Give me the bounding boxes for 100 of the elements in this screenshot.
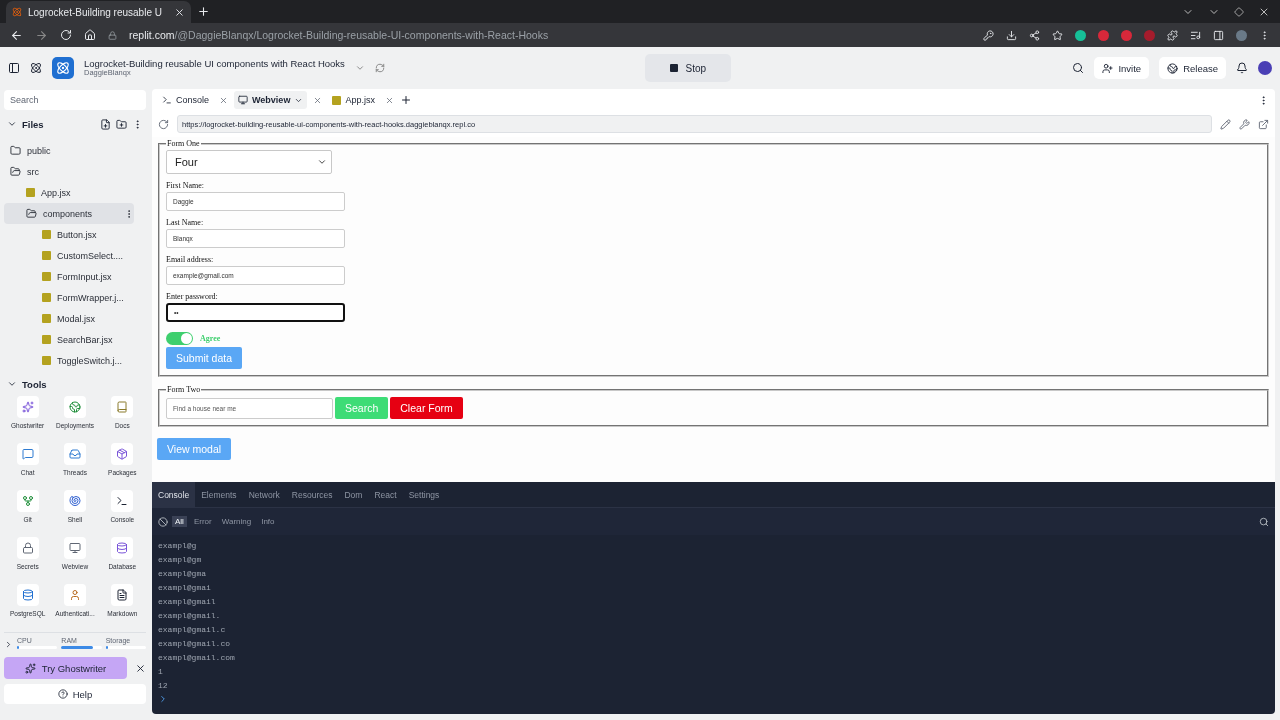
- chevron-down-icon[interactable]: [7, 379, 17, 389]
- close-icon[interactable]: [174, 6, 185, 18]
- log-filter[interactable]: Warning: [218, 516, 255, 527]
- file-tree-item[interactable]: src: [4, 161, 134, 182]
- js-file-icon: [332, 95, 342, 105]
- browser-tab[interactable]: Logrocket-Building reusable U: [6, 1, 191, 23]
- download-icon[interactable]: [1006, 29, 1017, 41]
- invite-button[interactable]: Invite: [1094, 57, 1150, 79]
- devtools-tab[interactable]: Dom: [338, 482, 369, 507]
- forward-icon[interactable]: [35, 28, 48, 42]
- reload-icon[interactable]: [158, 118, 169, 130]
- log-filter[interactable]: Error: [190, 516, 215, 527]
- console-log-line: exampl@g: [158, 539, 198, 552]
- files-heading: Files: [22, 118, 44, 130]
- replit-logo-icon[interactable]: [30, 62, 42, 74]
- folder-icon: [10, 166, 21, 177]
- file-tree-item[interactable]: Button.jsx: [4, 224, 134, 245]
- tool-icon[interactable]: [111, 443, 134, 465]
- new-tab-icon[interactable]: [197, 5, 210, 18]
- extension-icon[interactable]: [1121, 29, 1132, 41]
- extension-icon[interactable]: [1075, 29, 1086, 41]
- star-icon[interactable]: [1052, 29, 1063, 41]
- chevron-down-icon[interactable]: [7, 119, 17, 129]
- js-file-icon: [42, 251, 51, 260]
- toggle-switch[interactable]: [166, 332, 193, 345]
- share-icon[interactable]: [1029, 29, 1040, 41]
- js-file-icon: [26, 188, 35, 197]
- console-log-line: exampl@gmail.co: [158, 637, 231, 650]
- user-avatar[interactable]: [1258, 61, 1272, 75]
- tool-icon[interactable]: [16, 584, 39, 606]
- folder-icon: [26, 208, 37, 219]
- release-button[interactable]: Release: [1159, 57, 1226, 79]
- tool-icon[interactable]: [16, 396, 39, 418]
- new-file-icon[interactable]: [100, 118, 111, 130]
- file-tree-item[interactable]: FormWrapper.j...: [4, 287, 134, 308]
- address-url[interactable]: replit.com/@DaggieBlanqx/Logrocket-Building-reusable-UI-components-with-React-Hooks: [129, 29, 549, 41]
- file-tree-item[interactable]: components: [4, 203, 134, 224]
- search-field[interactable]: Search: [4, 90, 146, 110]
- puzzle-icon[interactable]: [1167, 29, 1178, 41]
- devtools-tab[interactable]: Elements: [195, 482, 243, 507]
- search-icon[interactable]: [1259, 516, 1269, 527]
- file-tree-item[interactable]: ToggleSwitch.j...: [4, 350, 134, 370]
- js-file-icon: [42, 314, 51, 323]
- profile-avatar[interactable]: [1236, 29, 1247, 41]
- tool-icon[interactable]: [16, 537, 39, 559]
- devtools-tab[interactable]: Resources: [285, 482, 339, 507]
- stop-button[interactable]: Stop: [644, 54, 731, 82]
- log-filter[interactable]: Info: [258, 516, 278, 527]
- log-filter[interactable]: All: [172, 516, 187, 527]
- tool-icon[interactable]: [16, 443, 39, 465]
- key-icon[interactable]: [983, 29, 994, 41]
- help-icon: [57, 689, 68, 699]
- search-icon[interactable]: [1072, 62, 1085, 74]
- try-ghostwriter-button[interactable]: Try Ghostwriter: [4, 657, 127, 679]
- diamond-icon[interactable]: [1234, 5, 1244, 18]
- repl-title[interactable]: Logrocket-Building reusable UI components with React Hooks: [84, 58, 345, 70]
- playlist-icon[interactable]: [1190, 29, 1201, 41]
- file-tree-item[interactable]: SearchBar.jsx: [4, 329, 134, 350]
- tool-icon[interactable]: [16, 490, 39, 512]
- tool-icon[interactable]: [111, 537, 134, 559]
- tool-icon[interactable]: [64, 490, 86, 512]
- home-icon[interactable]: [84, 29, 96, 41]
- pencil-icon[interactable]: [1220, 118, 1231, 130]
- add-user-icon: [1102, 62, 1114, 74]
- new-folder-icon[interactable]: [116, 118, 127, 130]
- file-tree-item[interactable]: CustomSelect....: [4, 245, 134, 266]
- file-tree-item[interactable]: App.jsx: [4, 182, 134, 203]
- devtools-tab[interactable]: React: [368, 482, 403, 507]
- clear-form-button[interactable]: Clear Form: [390, 397, 463, 419]
- refresh-icon[interactable]: [374, 63, 385, 73]
- devtools-tab[interactable]: Network: [242, 482, 286, 507]
- clear-console-icon[interactable]: [158, 516, 168, 527]
- file-tree-item[interactable]: public: [4, 140, 134, 161]
- help-button[interactable]: Help: [4, 684, 146, 704]
- select-dropdown[interactable]: Four: [166, 150, 332, 174]
- tool-icon[interactable]: [64, 396, 86, 418]
- side-panel-icon[interactable]: [1213, 29, 1224, 41]
- devtools-tab[interactable]: Console: [152, 482, 196, 507]
- tool-icon[interactable]: [64, 584, 86, 606]
- bell-icon[interactable]: [1236, 62, 1248, 74]
- editor-tab[interactable]: App.jsx: [328, 91, 379, 109]
- chevron-right-icon[interactable]: [4, 640, 13, 649]
- extension-icon[interactable]: [1098, 29, 1109, 41]
- tool-icon[interactable]: [111, 584, 134, 606]
- file-tree-item[interactable]: Modal.jsx: [4, 308, 134, 329]
- close-icon[interactable]: [135, 662, 146, 674]
- console-log-line: exampl@gm: [158, 553, 203, 566]
- tab-icon: [238, 95, 249, 105]
- file-tree-item[interactable]: FormInput.jsx: [4, 266, 134, 287]
- editor-tab[interactable]: Console: [158, 91, 214, 109]
- sidebar-toggle-icon[interactable]: [8, 62, 20, 74]
- external-link-icon[interactable]: [1258, 118, 1269, 130]
- back-icon[interactable]: [10, 28, 23, 42]
- tool-icon[interactable]: [111, 490, 134, 512]
- console-log-line: exampl@gma: [158, 567, 207, 580]
- devtools-tab[interactable]: Settings: [402, 482, 446, 507]
- editor-tab[interactable]: Webview: [234, 91, 308, 109]
- add-tab-icon[interactable]: [399, 94, 412, 106]
- wrench-icon[interactable]: [1239, 118, 1250, 130]
- tool-icon[interactable]: [64, 537, 86, 559]
